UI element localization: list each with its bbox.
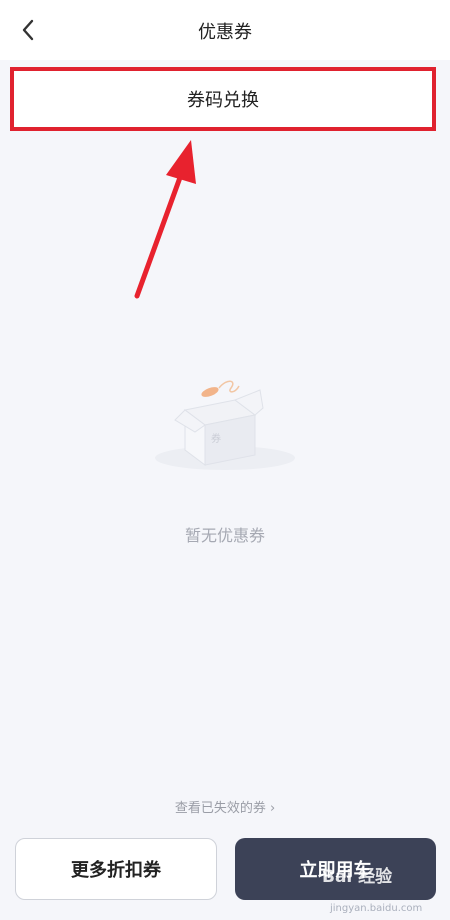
watermark: Bai 经验 <box>322 867 393 887</box>
empty-message: 暂无优惠券 <box>184 526 265 545</box>
svg-text:券: 券 <box>211 432 221 445</box>
page-title: 优惠券 <box>198 22 252 43</box>
empty-box-icon: 券 <box>155 380 295 470</box>
redeem-code-button[interactable]: 券码兑换 <box>10 67 436 131</box>
watermark-url: jingyan.baidu.com <box>330 903 423 914</box>
expired-coupons-link[interactable]: 查看已失效的券 › <box>0 797 450 816</box>
top-bar: 优惠券 <box>0 0 450 60</box>
more-discount-coupons-button[interactable]: 更多折扣券 <box>15 838 217 900</box>
